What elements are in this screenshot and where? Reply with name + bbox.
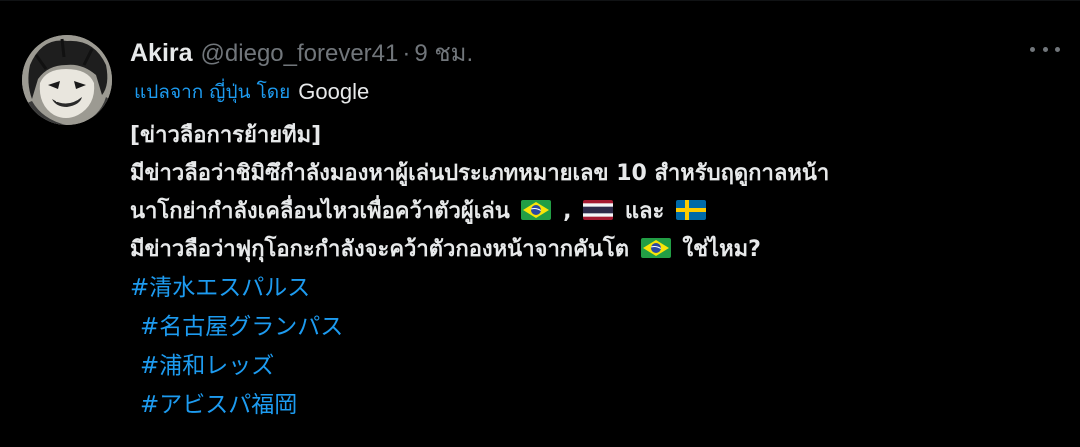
tweet-line-4-text: มีข่าวลือว่าฟุกุโอกะกำลังจะคว้าตัวกองหน้…	[130, 237, 629, 262]
sweden-flag-icon	[676, 200, 706, 220]
more-dot	[1055, 46, 1060, 52]
more-dot	[1042, 46, 1048, 52]
tweet-line-3-comma: ,	[563, 199, 572, 224]
separator-dot: ·	[402, 40, 411, 67]
more-dot	[1030, 46, 1035, 52]
avatar-image	[22, 35, 112, 125]
user-handle[interactable]: @diego_forever41	[201, 40, 399, 68]
translation-notice: แปลจาก ญี่ปุ่น โดย Google	[134, 77, 369, 107]
tweet-line-4-question: ใช่ไหม?	[682, 237, 761, 262]
hashtag-link[interactable]: #浦和レッズ	[130, 347, 1060, 386]
tweet[interactable]: Akira @diego_forever41 · 9 ชม. แปลจาก ญี…	[0, 0, 1080, 447]
hashtag-link[interactable]: #名古屋グランパス	[130, 308, 1060, 347]
avatar[interactable]	[22, 35, 112, 125]
timestamp[interactable]: 9 ชม.	[414, 33, 473, 72]
thailand-flag-icon	[583, 200, 614, 220]
brazil-flag-icon	[640, 238, 671, 258]
tweet-text: [ข่าวลือการย้ายทีม] มีข่าวลือว่าชิมิซึกำ…	[130, 117, 1060, 425]
tweet-line-3-text: นาโกย่ากำลังเคลื่อนไหวเพื่อคว้าตัวผู้เล่…	[130, 199, 510, 224]
brazil-flag-icon	[521, 200, 552, 220]
translated-from-link[interactable]: แปลจาก ญี่ปุ่น โดย	[134, 77, 290, 107]
tweet-line-3-and: และ	[624, 199, 665, 224]
more-options-icon[interactable]	[1030, 41, 1060, 57]
tweet-line-3: นาโกย่ากำลังเคลื่อนไหวเพื่อคว้าตัวผู้เล่…	[130, 193, 1060, 231]
google-logo-text: Google	[298, 79, 370, 104]
tweet-line-4: มีข่าวลือว่าฟุกุโอกะกำลังจะคว้าตัวกองหน้…	[130, 231, 1060, 269]
tweet-header: Akira @diego_forever41 · 9 ชม.	[130, 33, 473, 67]
tweet-line-1: [ข่าวลือการย้ายทีม]	[130, 123, 322, 148]
hashtag-link[interactable]: #清水エスパルス	[130, 269, 1060, 308]
tweet-line-2: มีข่าวลือว่าชิมิซึกำลังมองหาผู้เล่นประเภ…	[130, 161, 830, 186]
hashtag-link[interactable]: #アビスパ福岡	[130, 386, 1060, 425]
display-name[interactable]: Akira	[130, 39, 193, 68]
